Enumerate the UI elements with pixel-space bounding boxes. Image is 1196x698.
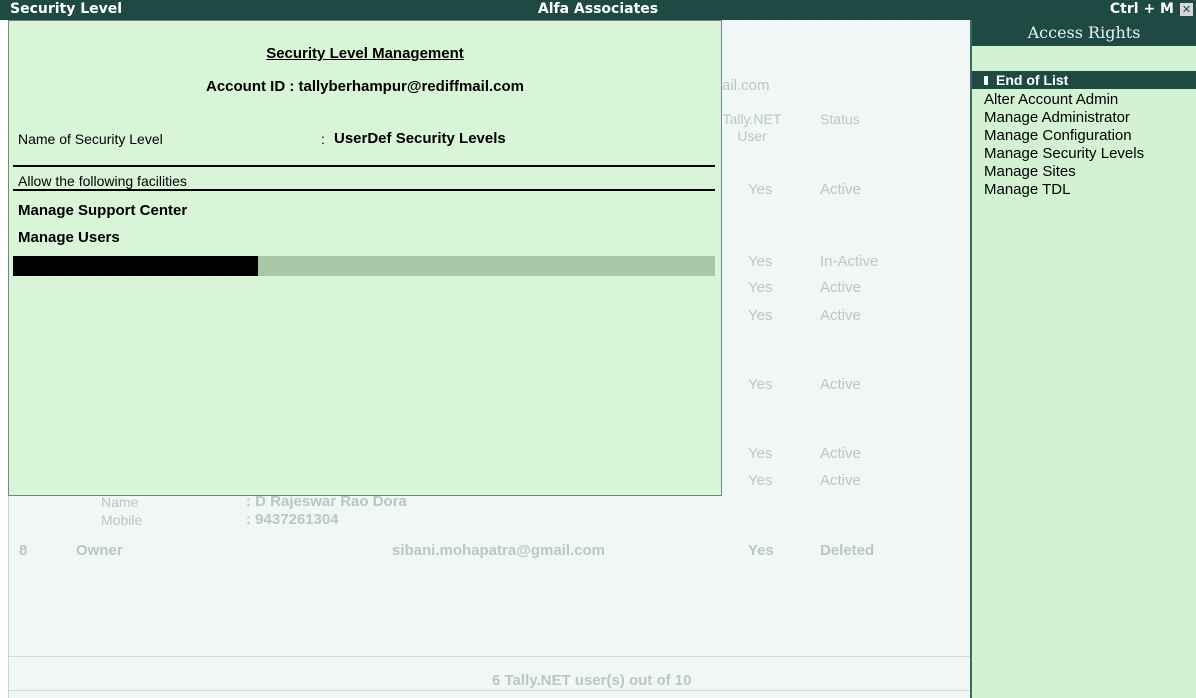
footer-divider <box>9 690 971 691</box>
end-of-list-item[interactable]: End of List <box>972 71 1196 89</box>
bg-row-user: Yes <box>748 307 773 324</box>
bg-row-status: Active <box>820 279 861 296</box>
bg-row-user: Yes <box>748 472 773 489</box>
account-id: Account ID : tallyberhampur@rediffmail.c… <box>205 78 524 95</box>
bg-row8-user: Yes <box>748 542 774 559</box>
list-item[interactable]: Manage Administrator <box>984 109 1144 127</box>
security-level-name-field[interactable]: UserDef Security Levels <box>334 130 506 147</box>
access-rights-list: Alter Account Admin Manage Administrator… <box>984 91 1144 199</box>
facility-input-field[interactable] <box>13 256 715 276</box>
bg-mobile-label: Mobile <box>101 512 143 528</box>
title-bar: Security Level Alfa Associates Ctrl + M … <box>0 0 1196 20</box>
list-item[interactable]: Manage Security Levels <box>984 145 1144 163</box>
access-rights-title: Access Rights <box>972 20 1196 46</box>
facility-item-support-center[interactable]: Manage Support Center <box>18 202 187 219</box>
bg-row-user: Yes <box>748 181 773 198</box>
bg-row-user: Yes <box>748 376 773 393</box>
section-divider <box>13 189 715 191</box>
bg-row-user: Yes <box>748 253 773 270</box>
bg-row8-email: sibani.mohapatra@gmail.com <box>392 542 606 559</box>
list-item[interactable]: Manage Configuration <box>984 127 1144 145</box>
name-separator: : <box>321 131 325 147</box>
company-name: Alfa Associates <box>537 1 659 17</box>
bg-row-status: Active <box>820 307 861 324</box>
list-item[interactable]: Manage TDL <box>984 181 1144 199</box>
dialog-title: Security Level Management <box>266 45 464 62</box>
bg-row-status: Active <box>820 181 861 198</box>
bg-row-user: Yes <box>748 445 773 462</box>
bg-row8-num: 8 <box>19 542 28 559</box>
bg-row-status: Active <box>820 445 861 462</box>
shortcut-ctrl-m[interactable]: Ctrl + M <box>1110 1 1174 17</box>
close-icon[interactable]: ✕ <box>1180 3 1193 16</box>
security-level-dialog: Security Level Management Account ID : t… <box>8 20 722 496</box>
bg-footer-count: 6 Tally.NET user(s) out of 10 <box>492 672 692 689</box>
selection-marker-icon <box>984 76 988 85</box>
bg-mobile-value: : 9437261304 <box>246 511 339 528</box>
allow-facilities-label: Allow the following facilities <box>18 173 187 189</box>
bg-row-status: In-Active <box>820 253 879 270</box>
security-level-name-label: Name of Security Level <box>18 131 163 147</box>
bg-col-status: Status <box>820 111 860 127</box>
input-cursor <box>13 256 258 276</box>
list-item[interactable]: Alter Account Admin <box>984 91 1144 109</box>
access-rights-panel: Access Rights End of List Alter Account … <box>970 20 1196 698</box>
bg-email-fragment: ail.com <box>722 77 770 94</box>
list-item[interactable]: Manage Sites <box>984 163 1144 181</box>
section-divider <box>13 165 715 167</box>
bg-row-status: Active <box>820 376 861 393</box>
bg-row-user: Yes <box>748 279 773 296</box>
bg-row8-status: Deleted <box>820 542 875 559</box>
footer-divider <box>9 656 971 657</box>
bg-col-tally-net-user: Tally.NET User <box>722 111 782 144</box>
bg-name-label: Name <box>101 494 139 510</box>
bg-row8-role: Owner <box>76 542 123 559</box>
bg-row-status: Active <box>820 472 861 489</box>
end-of-list-label: End of List <box>996 72 1069 88</box>
facility-item-users[interactable]: Manage Users <box>18 229 120 246</box>
